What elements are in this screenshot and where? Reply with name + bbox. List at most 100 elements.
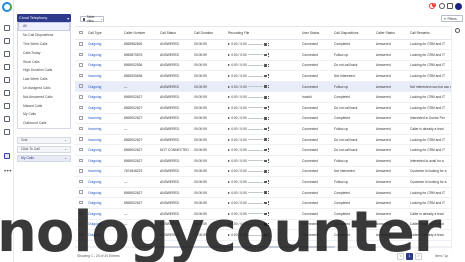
contacts-icon[interactable] [4,38,10,44]
view-item-short-calls[interactable]: Short Calls [18,57,70,66]
table-row[interactable]: Outgoing 8569002627 ANSWERED 00:00:59 0:00 /… [75,91,463,104]
grid-dropdown[interactable]: Grid ⌄ [17,136,71,144]
call-type-link[interactable]: Outgoing [87,81,123,93]
page-1-button[interactable]: 1 [406,252,413,260]
more-options-icon[interactable] [267,180,269,184]
column-header-user-status[interactable]: User Status [301,27,333,40]
play-icon[interactable] [228,53,230,56]
call-type-link[interactable]: Outgoing [87,219,123,231]
more-options-icon[interactable] [267,106,269,110]
table-row[interactable]: Incoming — ANSWERED 00:00:59 0:00 / 0:00 Conn… [75,123,463,135]
more-options-icon[interactable] [267,53,269,57]
more-options-icon[interactable] [267,190,269,195]
volume-icon[interactable] [264,53,267,57]
gear-icon[interactable] [455,28,460,33]
messages-icon[interactable] [4,77,10,83]
call-type-link[interactable]: Outgoing [87,49,123,61]
seek-bar[interactable] [247,181,263,183]
table-row[interactable]: Incoming 8569002627 ANSWERED 00:00:59 0:00 /… [75,134,463,146]
horizontal-scrollbar[interactable] [75,246,451,248]
call-type-link[interactable]: Outgoing [87,60,123,72]
row-checkbox[interactable] [79,105,83,110]
table-row[interactable]: Outgoing — ANSWERED 00:00:59 0:00 / 0:00 Conn… [75,176,463,188]
more-options-icon[interactable] [267,74,269,78]
play-icon[interactable] [228,159,230,162]
volume-icon[interactable] [264,127,267,131]
play-icon[interactable] [228,212,230,215]
table-row[interactable]: Outgoing 8569982826 ANSWERED 00:00:59 0:00 /… [75,39,463,51]
volume-icon[interactable] [264,43,267,46]
filters-button[interactable]: ≡ Filters [441,15,463,22]
call-type-link[interactable]: Outgoing [87,155,123,167]
play-icon[interactable] [228,181,230,184]
view-item-un-assigned-calls[interactable]: Un Assigned Calls [18,84,70,93]
row-checkbox[interactable] [79,190,83,194]
play-icon[interactable] [228,202,230,205]
view-item-not-answered-calls[interactable]: Not Answered Calls [18,92,70,101]
notification-bell-icon[interactable]: 4 [429,3,436,9]
calendar-icon[interactable] [4,51,10,57]
more-options-icon[interactable] [267,95,269,100]
row-checkbox[interactable] [79,42,83,46]
seek-bar[interactable] [247,54,263,56]
volume-icon[interactable] [264,223,267,226]
panel-header[interactable]: Cloud Telephony ▾ [17,14,71,22]
volume-icon[interactable] [264,106,267,110]
row-checkbox[interactable] [79,222,83,226]
seek-bar[interactable] [247,202,263,204]
more-icon[interactable]: ••• [4,169,12,175]
row-checkbox[interactable] [79,84,83,88]
seek-bar[interactable] [247,234,263,236]
documents-icon[interactable] [4,116,10,122]
tasks-icon[interactable] [4,103,10,109]
view-item-last-week-calls[interactable]: Last Week Calls [18,75,70,84]
call-type-link[interactable]: Incoming [87,70,123,82]
call-type-link[interactable]: Incoming [87,123,123,135]
table-row[interactable]: Incoming 7674848223 ANSWERED 00:00:59 0:00 /… [75,166,463,178]
play-icon[interactable] [228,138,230,141]
call-type-link[interactable]: Incoming [87,134,123,146]
column-header-call-dispositions[interactable]: Call Dispositions [333,27,375,40]
seek-bar[interactable] [247,65,263,66]
more-options-icon[interactable] [267,212,269,216]
volume-icon[interactable] [264,233,267,237]
play-icon[interactable] [228,96,230,99]
seek-bar[interactable] [247,128,263,130]
row-checkbox[interactable] [79,147,83,152]
row-checkbox[interactable] [79,116,83,120]
table-row[interactable]: Outgoing 8569002627 ANSWERED 00:00:59 0:00 /… [75,187,463,199]
more-options-icon[interactable] [267,137,269,142]
play-icon[interactable] [228,191,230,194]
view-item-high-duration-calls[interactable]: High Duration Calls [18,66,70,75]
logo-icon[interactable] [2,2,12,12]
table-row[interactable]: Incoming 8569002627 ANSWERED 00:00:59 0:00 /… [75,113,463,125]
volume-icon[interactable] [264,201,267,205]
table-row[interactable]: Outgoing 8569002627 ANSWERED 00:00:59 0:00 /… [75,102,463,114]
column-header-call-duration[interactable]: Call Duration [193,27,227,40]
user-avatar[interactable] [455,3,462,10]
more-options-icon[interactable] [267,63,269,68]
column-header-recording-file[interactable]: Recording File [227,27,301,40]
view-item-no-call-dispositions[interactable]: No Call Dispositions [18,31,70,40]
play-icon[interactable] [228,75,230,78]
play-icon[interactable] [228,233,230,236]
volume-icon[interactable] [264,74,267,78]
more-options-icon[interactable] [267,42,269,47]
table-row[interactable]: Outgoing 8569002627 ANSWERED 00:00:59 0:00 /… [75,197,463,209]
table-row[interactable]: Outgoing 8569002627 ANSWERED 00:00:59 0:00 /… [75,155,463,167]
column-header-call-status[interactable]: Call Status [159,27,193,40]
view-item-this-week-calls[interactable]: This Week Calls [18,40,70,49]
call-type-link[interactable]: Incoming [87,113,123,125]
table-row[interactable]: Outgoing — ANSWERED 00:00:59 0:00 / 0:00 Conn… [75,229,463,241]
table-row[interactable]: Incoming 8569205636 ANSWERED 00:00:59 0:00 /… [75,70,463,82]
row-checkbox[interactable] [79,169,83,173]
call-type-link[interactable]: Outgoing [87,102,123,114]
seek-bar[interactable] [247,213,263,215]
row-checkbox[interactable] [79,126,83,131]
play-icon[interactable] [228,64,230,67]
row-checkbox[interactable] [79,158,83,163]
row-checkbox[interactable] [79,211,83,216]
view-item-my-calls[interactable]: My Calls [18,110,70,119]
settings-icon[interactable] [439,3,445,9]
click-to-call-dropdown[interactable]: Click To Call ⌄ [17,145,71,153]
